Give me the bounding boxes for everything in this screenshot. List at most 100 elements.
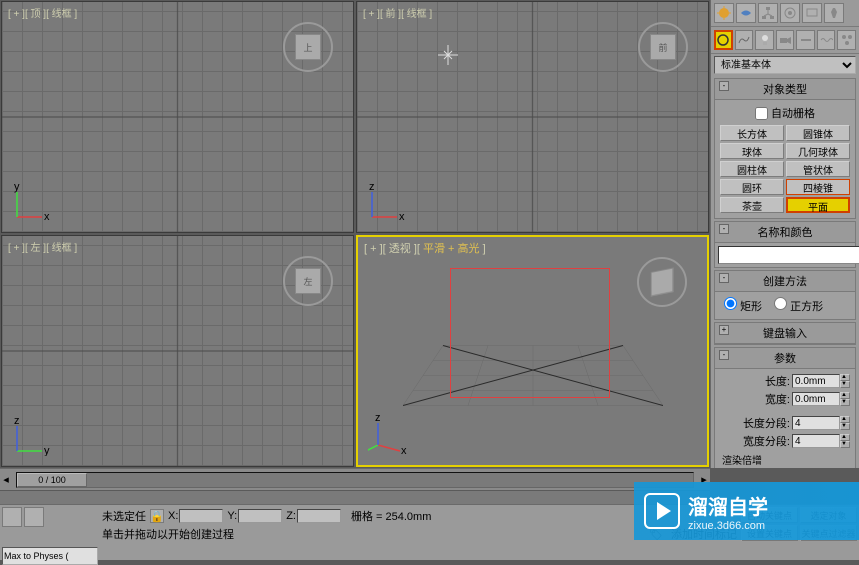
utilities-tab-icon[interactable] <box>824 3 844 23</box>
lsegs-input[interactable] <box>792 416 840 430</box>
wsegs-label: 宽度分段: <box>743 433 790 449</box>
object-type-header[interactable]: -对象类型 <box>715 79 855 100</box>
cameras-icon[interactable] <box>776 30 795 50</box>
creation-method-header[interactable]: -创建方法 <box>715 271 855 292</box>
width-down-icon[interactable]: ▼ <box>840 399 850 406</box>
x-coord-input[interactable] <box>179 509 223 523</box>
viewport-top[interactable]: [ + ][ 顶 ][ 线框 ] 上 x y <box>1 1 354 233</box>
viewport-area: [ + ][ 顶 ][ 线框 ] 上 x y [ + ][ 前 ][ 线框 ] … <box>0 0 710 468</box>
name-color-header[interactable]: -名称和颜色 <box>715 222 855 243</box>
hierarchy-tab-icon[interactable] <box>758 3 778 23</box>
geosphere-button[interactable]: 几何球体 <box>786 143 850 159</box>
svg-text:y: y <box>44 445 50 456</box>
wsegs-input[interactable] <box>792 434 840 448</box>
viewcube-left[interactable]: 左 <box>283 256 333 306</box>
viewcube-top[interactable]: 上 <box>283 22 333 72</box>
box-button[interactable]: 长方体 <box>720 125 784 141</box>
name-color-rollout: -名称和颜色 <box>714 221 856 268</box>
watermark-overlay: 溜溜自学 zixue.3d66.com <box>634 482 859 540</box>
viewport-label-front[interactable]: [ + ][ 前 ][ 线框 ] <box>363 5 432 20</box>
axis-gizmo-front: x z <box>367 182 407 222</box>
auto-grid-label: 自动栅格 <box>771 105 815 121</box>
parameters-rollout: -参数 长度:▲▼ 宽度:▲▼ 长度分段:▲▼ 宽度分段:▲▼ 渲染倍增 缩放:… <box>714 347 856 468</box>
cone-button[interactable]: 圆锥体 <box>786 125 850 141</box>
length-up-icon[interactable]: ▲ <box>840 374 850 381</box>
length-input[interactable] <box>792 374 840 388</box>
width-input[interactable] <box>792 392 840 406</box>
viewcube-front[interactable]: 前 <box>638 22 688 72</box>
auto-grid-checkbox[interactable] <box>755 107 768 120</box>
length-label: 长度: <box>765 373 790 389</box>
time-slider[interactable]: 0 / 100 <box>16 472 694 488</box>
y-coord-input[interactable] <box>238 509 282 523</box>
length-down-icon[interactable]: ▼ <box>840 381 850 388</box>
object-name-input[interactable] <box>718 246 859 264</box>
viewport-label-top[interactable]: [ + ][ 顶 ][ 线框 ] <box>8 5 77 20</box>
render-multipliers-label: 渲染倍增 <box>718 450 852 468</box>
shapes-icon[interactable] <box>735 30 754 50</box>
systems-icon[interactable] <box>837 30 856 50</box>
spacewarps-icon[interactable] <box>817 30 836 50</box>
parameters-header[interactable]: -参数 <box>715 348 855 369</box>
motion-tab-icon[interactable] <box>780 3 800 23</box>
torus-button[interactable]: 圆环 <box>720 179 784 195</box>
display-tab-icon[interactable] <box>802 3 822 23</box>
create-tab-icon[interactable] <box>714 3 734 23</box>
z-coord-input[interactable] <box>297 509 341 523</box>
track-bar[interactable] <box>0 490 710 504</box>
wsegs-down-icon[interactable]: ▼ <box>840 441 850 448</box>
cylinder-button[interactable]: 圆柱体 <box>720 161 784 177</box>
svg-text:z: z <box>375 415 381 424</box>
maxscript-listener-icon[interactable] <box>2 507 22 527</box>
svg-text:x: x <box>401 445 407 455</box>
watermark-play-icon <box>644 493 680 529</box>
axis-gizmo-persp: x z <box>368 415 408 455</box>
viewport-perspective[interactable]: [ + ][ 透视 ][ 平滑 + 高光 ] x z <box>356 235 709 467</box>
width-label: 宽度: <box>765 391 790 407</box>
viewport-front[interactable]: [ + ][ 前 ][ 线框 ] 前 x z <box>356 1 709 233</box>
axis-gizmo-top: x y <box>12 182 52 222</box>
selection-lock-icon[interactable]: 🔒 <box>150 509 164 523</box>
lsegs-up-icon[interactable]: ▲ <box>840 416 850 423</box>
hint-text: 单击并拖动以开始创建过程 <box>102 526 234 542</box>
keyboard-entry-header[interactable]: +键盘输入 <box>715 323 855 344</box>
teapot-button[interactable]: 茶壶 <box>720 197 784 213</box>
svg-text:x: x <box>399 211 405 222</box>
create-subcategory-row <box>711 27 859 54</box>
lsegs-down-icon[interactable]: ▼ <box>840 423 850 430</box>
plane-button[interactable]: 平面 <box>786 197 850 213</box>
object-type-rollout: -对象类型 自动栅格 长方体 圆锥体 球体 几何球体 圆柱体 管状体 圆环 四棱… <box>714 78 856 219</box>
prev-key-icon[interactable]: ◂ <box>0 473 12 486</box>
svg-text:y: y <box>14 182 20 193</box>
tube-button[interactable]: 管状体 <box>786 161 850 177</box>
svg-text:z: z <box>14 416 20 427</box>
helpers-icon[interactable] <box>796 30 815 50</box>
crosshair-cursor-icon <box>438 45 458 65</box>
lsegs-label: 长度分段: <box>743 415 790 431</box>
primitive-category-dropdown[interactable]: 标准基本体 <box>714 56 856 74</box>
sphere-button[interactable]: 球体 <box>720 143 784 159</box>
watermark-url: zixue.3d66.com <box>688 520 768 532</box>
time-slider-thumb[interactable]: 0 / 100 <box>17 473 87 487</box>
keyboard-entry-rollout: +键盘输入 <box>714 322 856 345</box>
modify-tab-icon[interactable] <box>736 3 756 23</box>
square-radio[interactable] <box>774 297 787 310</box>
lights-icon[interactable] <box>755 30 774 50</box>
pyramid-button[interactable]: 四棱锥 <box>786 179 850 195</box>
maxscript-mini-listener[interactable] <box>2 547 98 565</box>
watermark-title: 溜溜自学 <box>688 491 768 520</box>
viewport-left[interactable]: [ + ][ 左 ][ 线框 ] 左 y z <box>1 235 354 467</box>
width-up-icon[interactable]: ▲ <box>840 392 850 399</box>
geometry-icon[interactable] <box>714 30 733 50</box>
svg-text:z: z <box>369 182 375 193</box>
viewport-label-persp[interactable]: [ + ][ 透视 ][ 平滑 + 高光 ] <box>364 240 486 256</box>
command-panel-tabs <box>711 0 859 27</box>
selection-status: 未选定任 <box>102 508 146 524</box>
viewport-label-left[interactable]: [ + ][ 左 ][ 线框 ] <box>8 239 77 254</box>
rectangle-radio[interactable] <box>724 297 737 310</box>
svg-text:x: x <box>44 211 50 222</box>
lock-icon[interactable] <box>24 507 44 527</box>
viewcube-persp[interactable] <box>637 257 687 307</box>
creation-method-rollout: -创建方法 矩形 正方形 <box>714 270 856 320</box>
wsegs-up-icon[interactable]: ▲ <box>840 434 850 441</box>
